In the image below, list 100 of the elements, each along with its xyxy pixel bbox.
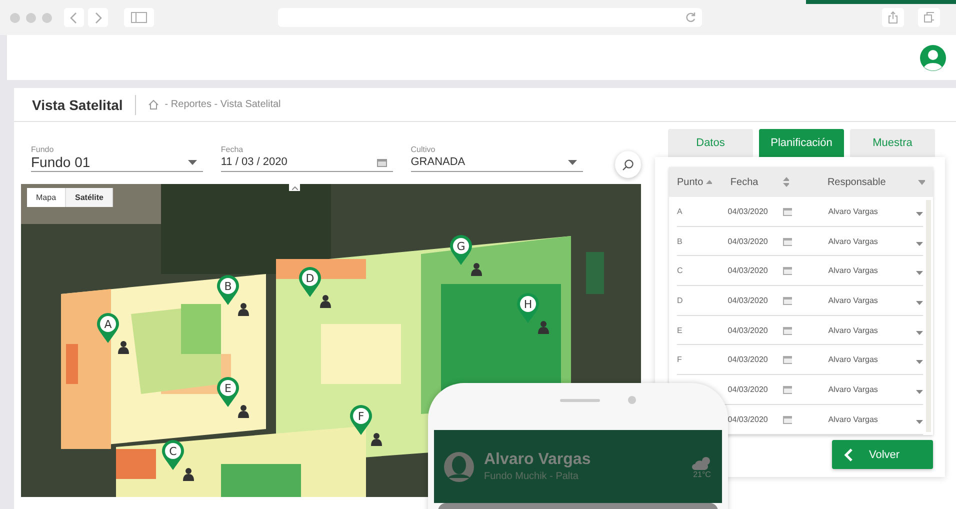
breadcrumb: - Reportes - Vista Satelital bbox=[164, 99, 281, 110]
sort-up-icon[interactable] bbox=[706, 180, 712, 184]
table-cell-text: 04/03/2020 bbox=[728, 236, 769, 246]
table-cell[interactable]: Alvaro Vargas bbox=[828, 326, 916, 335]
column-header[interactable]: Fecha bbox=[730, 176, 784, 188]
table-cell-text: E bbox=[677, 326, 684, 335]
avatar-silhouette-icon bbox=[444, 452, 474, 482]
reload-icon[interactable] bbox=[685, 12, 696, 23]
calendar-icon[interactable] bbox=[782, 206, 792, 216]
person-icon bbox=[471, 263, 482, 276]
person-icon bbox=[538, 321, 549, 334]
caret-icon[interactable] bbox=[918, 180, 925, 184]
chevron-left-icon bbox=[70, 12, 78, 24]
caret-icon[interactable] bbox=[916, 390, 924, 394]
calendar-icon[interactable] bbox=[782, 326, 792, 335]
person-icon bbox=[183, 468, 194, 481]
calendar-icon[interactable] bbox=[782, 296, 792, 305]
map-pin[interactable]: A bbox=[96, 312, 120, 344]
map-pin[interactable]: C bbox=[161, 439, 185, 471]
caret-icon[interactable] bbox=[916, 212, 924, 216]
column-header[interactable]: Punto bbox=[677, 176, 706, 188]
field-label: Fecha bbox=[220, 145, 244, 154]
home-icon[interactable] bbox=[148, 99, 159, 110]
page-title: Vista Satelital bbox=[32, 96, 123, 112]
back-button[interactable]: Volver bbox=[832, 440, 933, 469]
forward-button[interactable] bbox=[88, 8, 108, 27]
select-field[interactable]: GRANADA bbox=[410, 154, 583, 172]
profile-subtitle: Fundo Muchik - Palta bbox=[484, 471, 580, 482]
collapse-handle[interactable] bbox=[289, 184, 300, 191]
field-label: Cultivo bbox=[410, 145, 436, 154]
person-icon bbox=[238, 405, 249, 418]
map-type-button[interactable]: Satélite bbox=[66, 188, 114, 207]
share-button[interactable] bbox=[882, 8, 904, 27]
map-pin[interactable]: D bbox=[298, 266, 322, 298]
camera-lens bbox=[628, 396, 636, 404]
table-cell[interactable]: Alvaro Vargas bbox=[828, 414, 916, 424]
table-cell-text: C bbox=[677, 266, 684, 276]
search-icon bbox=[622, 158, 634, 170]
column-header[interactable]: Responsable bbox=[827, 176, 904, 188]
map-pin[interactable]: H bbox=[516, 292, 540, 324]
table-cell[interactable]: Alvaro Vargas bbox=[828, 236, 916, 246]
temperature: 21°C bbox=[693, 470, 711, 478]
window-close-dot[interactable] bbox=[10, 12, 20, 22]
profile-name: Alvaro Vargas bbox=[484, 451, 591, 469]
address-field[interactable] bbox=[278, 8, 702, 27]
table-cell-text: 04/03/2020 bbox=[728, 326, 769, 335]
sidebar-button[interactable] bbox=[124, 8, 154, 27]
table-cell-text: B bbox=[677, 236, 684, 246]
calendar-icon[interactable] bbox=[782, 384, 792, 394]
window-zoom-dot[interactable] bbox=[42, 12, 52, 22]
person-icon bbox=[320, 295, 331, 308]
map-pin[interactable]: E bbox=[216, 376, 240, 408]
map-pin[interactable]: B bbox=[216, 274, 240, 306]
map-pin[interactable]: G bbox=[449, 234, 473, 266]
calendar-icon[interactable] bbox=[782, 266, 792, 276]
tab[interactable]: Planificación bbox=[759, 129, 844, 157]
calendar-icon[interactable] bbox=[782, 355, 792, 364]
window-minimize-dot[interactable] bbox=[26, 12, 36, 22]
table-cell-text: 04/03/2020 bbox=[728, 414, 769, 424]
heat-zone bbox=[181, 304, 221, 354]
table-cell-text: 04/03/2020 bbox=[728, 384, 769, 394]
sort-icon[interactable] bbox=[783, 177, 790, 187]
tabs-button[interactable] bbox=[918, 8, 940, 27]
calendar-icon[interactable] bbox=[782, 236, 792, 246]
caret-icon[interactable] bbox=[916, 242, 924, 246]
table-cell-text: A bbox=[677, 206, 684, 216]
select-field[interactable]: Fundo 01 bbox=[31, 154, 203, 172]
table-cell[interactable]: Alvaro Vargas bbox=[828, 206, 916, 216]
caret-icon[interactable] bbox=[916, 360, 924, 364]
table-cell-text: 04/03/2020 bbox=[728, 266, 769, 276]
caret-icon bbox=[568, 160, 577, 164]
calendar-icon[interactable] bbox=[782, 414, 792, 424]
table-cell[interactable]: Alvaro Vargas bbox=[828, 266, 916, 276]
person-icon bbox=[371, 433, 382, 446]
table-cell[interactable]: Alvaro Vargas bbox=[828, 355, 916, 364]
chevron-left-icon bbox=[844, 448, 853, 462]
date-field[interactable]: 11 / 03 / 2020 bbox=[220, 154, 393, 172]
sidebar-icon bbox=[131, 12, 147, 23]
back-button[interactable] bbox=[64, 8, 84, 27]
caret-icon[interactable] bbox=[916, 420, 924, 424]
chevron-right-icon bbox=[94, 12, 102, 24]
table-cell[interactable]: Alvaro Vargas bbox=[828, 384, 916, 394]
map-pin[interactable]: F bbox=[349, 404, 373, 436]
field-label: Fundo bbox=[31, 145, 55, 154]
table-cell-text: F bbox=[677, 355, 683, 364]
table-cell[interactable]: Alvaro Vargas bbox=[828, 296, 916, 305]
table-cell-text: 04/03/2020 bbox=[728, 206, 769, 216]
table-cell-text: D bbox=[677, 296, 684, 305]
caret-icon[interactable] bbox=[916, 330, 924, 335]
user-avatar-icon[interactable] bbox=[920, 44, 946, 70]
water-pond bbox=[586, 252, 604, 294]
table-cell-text: 04/03/2020 bbox=[728, 296, 769, 305]
scrollbar[interactable] bbox=[926, 200, 931, 432]
caret-icon bbox=[188, 160, 197, 164]
search-button[interactable] bbox=[614, 151, 641, 178]
speaker-slot bbox=[560, 399, 600, 402]
caret-icon[interactable] bbox=[916, 271, 924, 276]
person-icon bbox=[238, 303, 249, 316]
share-icon bbox=[888, 11, 898, 24]
caret-icon[interactable] bbox=[916, 300, 924, 305]
